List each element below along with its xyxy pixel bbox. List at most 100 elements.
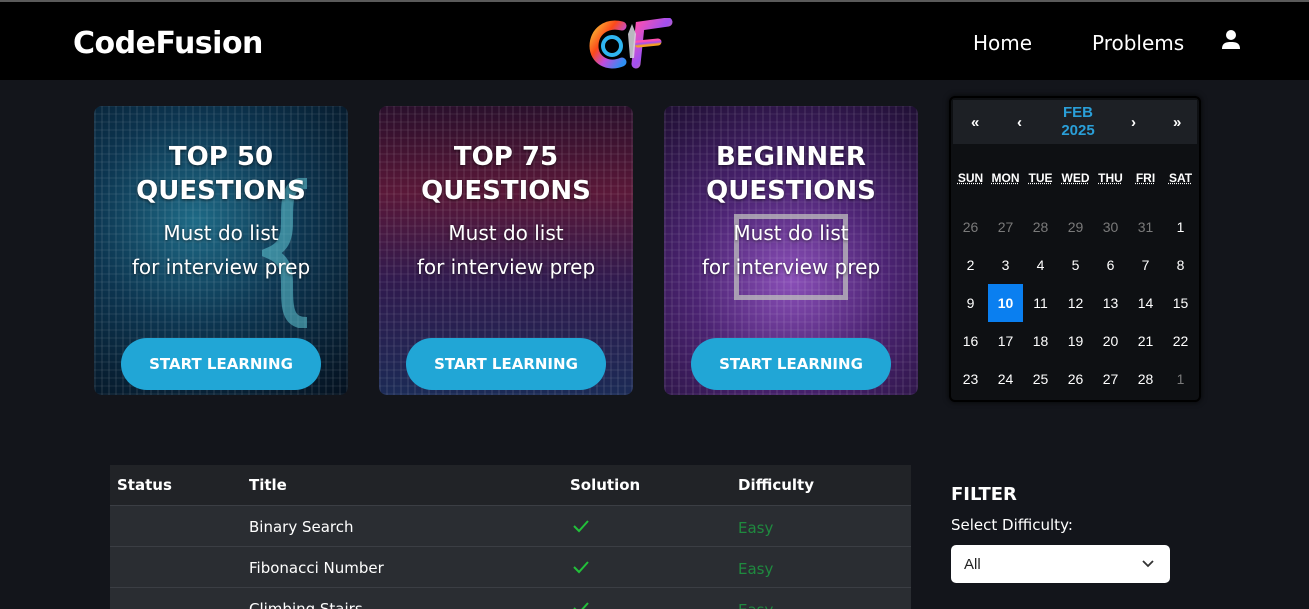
card-subtitle: Must do list for interview prep (94, 216, 348, 284)
start-learning-button[interactable]: START LEARNING (691, 338, 891, 390)
card-title: BEGINNER QUESTIONS (664, 140, 918, 208)
next-year-button[interactable]: » (1173, 114, 1181, 131)
brand-name[interactable]: CodeFusion (73, 26, 263, 61)
difficulty-badge: Easy (738, 560, 774, 578)
prev-month-button[interactable]: ‹ (1017, 114, 1022, 131)
weekday-label: FRI (1135, 171, 1156, 185)
difficulty-select-value: All (964, 556, 981, 573)
top-50-card: TOP 50 QUESTIONS Must do list for interv… (94, 106, 348, 395)
calendar-day[interactable]: 23 (953, 360, 988, 398)
calendar-day[interactable]: 9 (953, 284, 988, 322)
chevron-down-icon (1142, 560, 1154, 568)
check-icon (573, 602, 589, 609)
navbar: CodeFusion Home Problems (0, 2, 1309, 80)
calendar-day[interactable]: 30 (1093, 208, 1128, 246)
codefusion-logo-icon[interactable] (588, 18, 678, 70)
next-month-button[interactable]: › (1131, 114, 1136, 131)
problems-table: Status Title Solution Difficulty Binary … (110, 465, 911, 609)
calendar-day[interactable]: 22 (1163, 322, 1198, 360)
calendar-day[interactable]: 17 (988, 322, 1023, 360)
calendar-day[interactable]: 2 (953, 246, 988, 284)
check-icon (573, 561, 589, 574)
calendar-day[interactable]: 3 (988, 246, 1023, 284)
prev-year-button[interactable]: « (971, 114, 979, 131)
table-row[interactable]: Binary Search Easy (110, 506, 911, 547)
calendar-year: 2025 (1061, 122, 1095, 139)
calendar-day[interactable]: 26 (1058, 360, 1093, 398)
difficulty-badge: Easy (738, 601, 773, 609)
column-header-difficulty[interactable]: Difficulty (738, 476, 814, 494)
card-subtitle: Must do list for interview prep (379, 216, 633, 284)
problem-title[interactable]: Climbing Stairs (249, 600, 363, 609)
card-title: TOP 75 QUESTIONS (379, 140, 633, 208)
calendar-day[interactable]: 10 (988, 284, 1023, 322)
calendar-day[interactable]: 6 (1093, 246, 1128, 284)
nav-home-link[interactable]: Home (973, 31, 1032, 55)
problem-title[interactable]: Binary Search (249, 518, 354, 536)
weekday-label: SUN (957, 171, 984, 185)
card-subtitle-line: Must do list (163, 221, 279, 245)
column-header-title[interactable]: Title (249, 476, 287, 494)
calendar-day[interactable]: 5 (1058, 246, 1093, 284)
calendar-day[interactable]: 7 (1128, 246, 1163, 284)
calendar-day[interactable]: 16 (953, 322, 988, 360)
weekday-label: SAT (1168, 171, 1193, 185)
card-subtitle-line: for interview prep (701, 255, 881, 279)
card-title-line: BEGINNER (716, 142, 866, 172)
card-title-line: TOP 50 (168, 142, 274, 172)
weekday-label: TUE (1028, 171, 1053, 185)
calendar-day[interactable]: 29 (1058, 208, 1093, 246)
check-icon (573, 520, 589, 533)
weekday-label: MON (991, 171, 1020, 185)
card-subtitle: Must do list for interview prep (664, 216, 918, 284)
filter-title: FILTER (951, 484, 1017, 505)
column-header-solution[interactable]: Solution (570, 476, 640, 494)
card-subtitle-line: Must do list (448, 221, 564, 245)
calendar-day[interactable]: 25 (1023, 360, 1058, 398)
calendar-day[interactable]: 28 (1023, 208, 1058, 246)
calendar-day[interactable]: 11 (1023, 284, 1058, 322)
difficulty-filter-label: Select Difficulty: (951, 516, 1073, 534)
difficulty-badge: Easy (738, 519, 774, 537)
calendar-day[interactable]: 1 (1163, 360, 1198, 398)
calendar-day[interactable]: 28 (1128, 360, 1163, 398)
card-subtitle-line: for interview prep (416, 255, 596, 279)
calendar-day[interactable]: 31 (1128, 208, 1163, 246)
start-learning-button[interactable]: START LEARNING (406, 338, 606, 390)
problem-title[interactable]: Fibonacci Number (249, 559, 384, 577)
nav-problems-link[interactable]: Problems (1092, 31, 1184, 55)
calendar-day[interactable]: 12 (1058, 284, 1093, 322)
calendar-day[interactable]: 15 (1163, 284, 1198, 322)
card-title-line: QUESTIONS (136, 176, 306, 206)
calendar-day[interactable]: 14 (1128, 284, 1163, 322)
calendar: « ‹ FEB 2025 › » SUN MON TUE WED THU FRI SAT 26… (949, 96, 1201, 402)
calendar-day[interactable]: 19 (1058, 322, 1093, 360)
beginner-card: BEGINNER QUESTIONS Must do list for inte… (664, 106, 918, 395)
calendar-day[interactable]: 27 (988, 208, 1023, 246)
user-icon[interactable] (1220, 29, 1242, 51)
table-row[interactable]: Fibonacci Number Easy (110, 547, 911, 588)
calendar-day[interactable]: 26 (953, 208, 988, 246)
table-row[interactable]: Climbing Stairs Easy (110, 588, 911, 609)
calendar-day[interactable]: 8 (1163, 246, 1198, 284)
column-header-status[interactable]: Status (117, 476, 172, 494)
weekday-label: WED (1061, 171, 1090, 185)
card-title-line: TOP 75 (453, 142, 559, 172)
start-learning-button[interactable]: START LEARNING (121, 338, 321, 390)
calendar-day[interactable]: 21 (1128, 322, 1163, 360)
card-title: TOP 50 QUESTIONS (94, 140, 348, 208)
calendar-day[interactable]: 18 (1023, 322, 1058, 360)
card-subtitle-line: Must do list (733, 221, 849, 245)
top-75-card: TOP 75 QUESTIONS Must do list for interv… (379, 106, 633, 395)
calendar-month-label[interactable]: FEB 2025 (1053, 104, 1103, 140)
calendar-day[interactable]: 4 (1023, 246, 1058, 284)
card-title-line: QUESTIONS (421, 176, 591, 206)
calendar-day[interactable]: 24 (988, 360, 1023, 398)
card-subtitle-line: for interview prep (131, 255, 311, 279)
calendar-day[interactable]: 20 (1093, 322, 1128, 360)
table-header: Status Title Solution Difficulty (110, 465, 911, 506)
difficulty-select[interactable]: All (951, 545, 1170, 583)
calendar-day[interactable]: 13 (1093, 284, 1128, 322)
calendar-day[interactable]: 1 (1163, 208, 1198, 246)
calendar-day[interactable]: 27 (1093, 360, 1128, 398)
